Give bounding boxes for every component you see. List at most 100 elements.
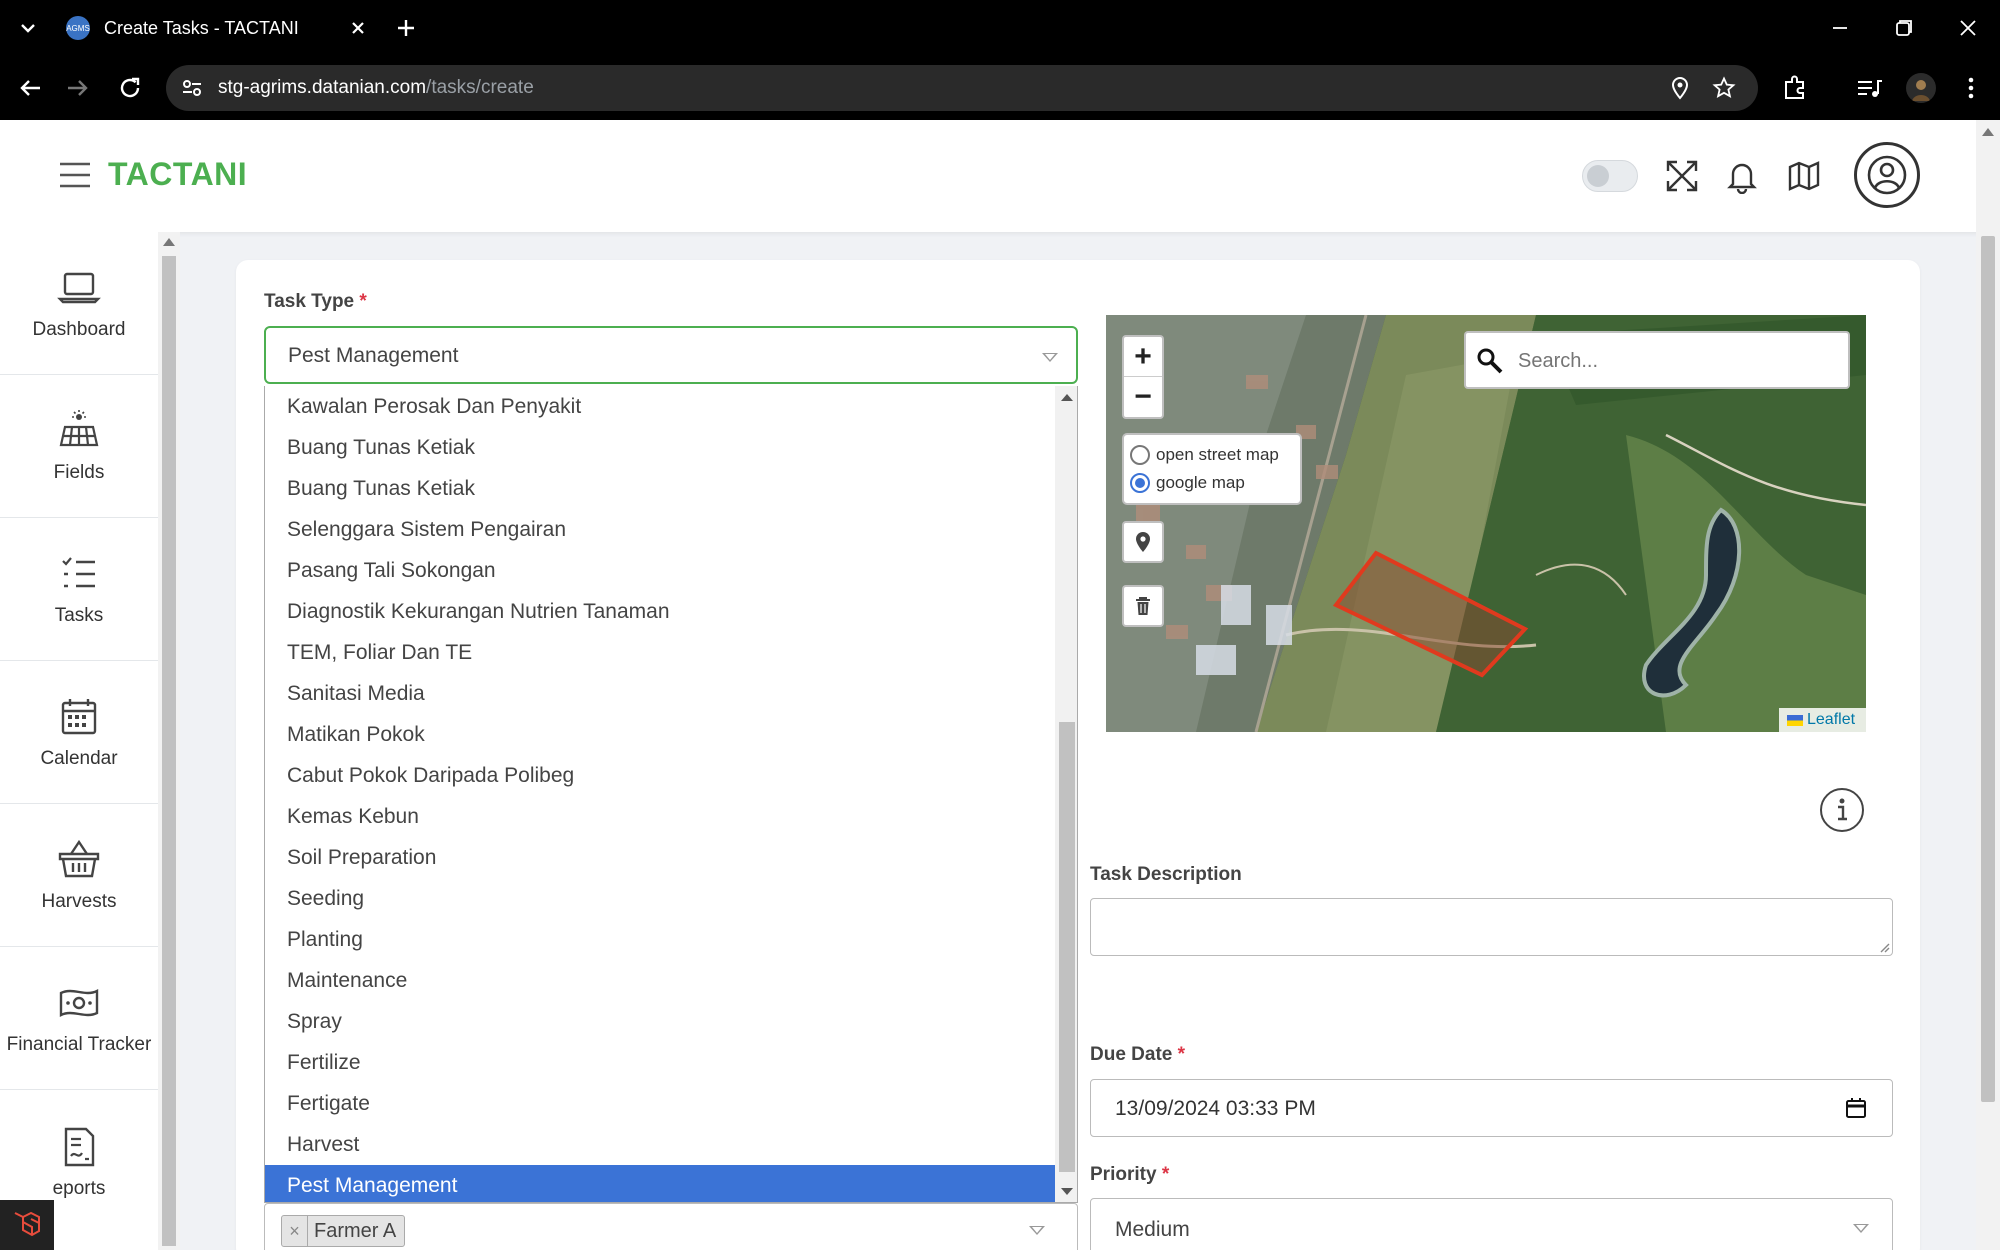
- browser-tab[interactable]: AGMS Create Tasks - TACTANI: [56, 6, 376, 50]
- close-window-icon[interactable]: [1954, 14, 1982, 42]
- tab-search-chevron-icon[interactable]: [14, 14, 42, 42]
- media-control-icon[interactable]: [1854, 73, 1884, 103]
- dropdown-option[interactable]: Planting: [265, 919, 1055, 960]
- dropdown-option[interactable]: Fertigate: [265, 1083, 1055, 1124]
- chevron-down-icon: [1853, 1224, 1869, 1233]
- map-zoom-control: + −: [1122, 335, 1164, 419]
- basket-icon: [57, 838, 101, 882]
- extensions-icon[interactable]: [1780, 73, 1810, 103]
- chip-remove-icon[interactable]: ×: [282, 1216, 308, 1246]
- map-icon[interactable]: [1786, 158, 1822, 194]
- dropdown-option[interactable]: Kemas Kebun: [265, 796, 1055, 837]
- dropdown-option[interactable]: Seeding: [265, 878, 1055, 919]
- calendar-picker-icon[interactable]: [1844, 1096, 1868, 1120]
- priority-select[interactable]: Medium: [1090, 1198, 1893, 1250]
- user-account-icon[interactable]: [1854, 142, 1920, 208]
- url-text[interactable]: stg-agrims.datanian.com/tasks/create: [218, 77, 534, 99]
- zoom-in-button[interactable]: +: [1124, 337, 1162, 377]
- new-tab-icon[interactable]: [392, 14, 420, 42]
- scroll-up-arrow-icon[interactable]: [163, 238, 175, 246]
- zoom-out-button[interactable]: −: [1124, 377, 1162, 417]
- layer-option-google[interactable]: google map: [1130, 469, 1294, 497]
- scroll-thumb[interactable]: [162, 256, 176, 1246]
- dropdown-scroll-up-icon[interactable]: [1061, 394, 1073, 401]
- profile-avatar[interactable]: [1906, 73, 1936, 103]
- tab-close-icon[interactable]: [344, 14, 372, 42]
- page-scroll-up-icon[interactable]: [1982, 128, 1994, 136]
- back-icon[interactable]: [14, 72, 46, 104]
- draw-marker-button[interactable]: [1122, 521, 1164, 563]
- reload-icon[interactable]: [114, 72, 146, 104]
- app-header: TACTANI: [0, 120, 2000, 232]
- task-description-textarea[interactable]: [1090, 898, 1893, 956]
- dropdown-option[interactable]: TEM, Foliar Dan TE: [265, 632, 1055, 673]
- sidebar-item-dashboard[interactable]: Dashboard: [0, 232, 158, 375]
- dropdown-scrollbar[interactable]: [1055, 386, 1077, 1202]
- site-settings-icon[interactable]: [180, 76, 204, 100]
- money-icon: [57, 981, 101, 1025]
- ukraine-flag-icon: [1787, 714, 1803, 726]
- laravel-debug-icon[interactable]: [0, 1200, 54, 1250]
- location-icon[interactable]: [1668, 76, 1692, 100]
- sidebar-item-fields[interactable]: Fields: [0, 375, 158, 518]
- dropdown-scroll-thumb[interactable]: [1059, 722, 1075, 1172]
- sidebar-item-label: Fields: [53, 462, 105, 483]
- report-icon: [57, 1125, 101, 1169]
- delete-layer-button[interactable]: [1122, 585, 1164, 627]
- layer-option-osm[interactable]: open street map: [1130, 441, 1294, 469]
- theme-toggle[interactable]: [1582, 160, 1638, 192]
- dropdown-option[interactable]: Soil Preparation: [265, 837, 1055, 878]
- dropdown-option[interactable]: Pasang Tali Sokongan: [265, 550, 1055, 591]
- fullscreen-icon[interactable]: [1664, 158, 1700, 194]
- radio-button-selected[interactable]: [1130, 473, 1150, 493]
- assignee-multiselect[interactable]: × Farmer A: [264, 1203, 1078, 1250]
- task-type-select[interactable]: Pest Management: [264, 326, 1078, 384]
- dropdown-option[interactable]: Maintenance: [265, 960, 1055, 1001]
- dropdown-option[interactable]: Spray: [265, 1001, 1055, 1042]
- dropdown-option[interactable]: Sanitasi Media: [265, 673, 1055, 714]
- sidebar-item-harvests[interactable]: Harvests: [0, 804, 158, 947]
- map-search-input[interactable]: [1518, 345, 1838, 377]
- dropdown-option[interactable]: Buang Tunas Ketiak: [265, 468, 1055, 509]
- dropdown-option[interactable]: Pest Management: [265, 1165, 1055, 1202]
- radio-button[interactable]: [1130, 445, 1150, 465]
- sidebar-item-tasks[interactable]: Tasks: [0, 518, 158, 661]
- sidebar-scrollbar[interactable]: [158, 232, 180, 1250]
- attribution-link[interactable]: Leaflet: [1807, 711, 1855, 729]
- tab-title: Create Tasks - TACTANI: [104, 17, 299, 38]
- field-map[interactable]: + − open street map google map Leaflet: [1106, 315, 1866, 732]
- sidebar-item-label: Calendar: [40, 748, 118, 769]
- due-date-value: 13/09/2024 03:33 PM: [1115, 1097, 1316, 1120]
- sidebar-item-label: eports: [52, 1177, 106, 1199]
- bookmark-star-icon[interactable]: [1712, 76, 1736, 100]
- sidebar-item-label: Financial Tracker: [6, 1034, 152, 1055]
- brand-logo[interactable]: TACTANI: [108, 156, 247, 193]
- dropdown-option[interactable]: Selenggara Sistem Pengairan: [265, 509, 1055, 550]
- sidebar: Dashboard Fields Tasks Calendar Harvests…: [0, 232, 158, 1250]
- hamburger-menu-icon[interactable]: [58, 158, 92, 192]
- dropdown-option[interactable]: Harvest: [265, 1124, 1055, 1165]
- browser-menu-icon[interactable]: [1956, 73, 1986, 103]
- dropdown-option[interactable]: Fertilize: [265, 1042, 1055, 1083]
- map-attribution[interactable]: Leaflet: [1779, 708, 1866, 732]
- address-bar[interactable]: stg-agrims.datanian.com/tasks/create: [166, 65, 1758, 111]
- sidebar-item-financial-tracker[interactable]: Financial Tracker: [0, 947, 158, 1090]
- resize-grip-icon[interactable]: [1878, 941, 1890, 953]
- chevron-down-icon: [1029, 1226, 1045, 1235]
- sidebar-item-calendar[interactable]: Calendar: [0, 661, 158, 804]
- notification-bell-icon[interactable]: [1724, 158, 1760, 194]
- due-date-input[interactable]: 13/09/2024 03:33 PM: [1090, 1079, 1893, 1137]
- dropdown-option[interactable]: Matikan Pokok: [265, 714, 1055, 755]
- dropdown-scroll-down-icon[interactable]: [1061, 1188, 1073, 1195]
- info-icon[interactable]: [1820, 788, 1864, 832]
- dropdown-option[interactable]: Diagnostik Kekurangan Nutrien Tanaman: [265, 591, 1055, 632]
- page-scrollbar[interactable]: [1976, 120, 2000, 1250]
- forward-icon[interactable]: [62, 72, 94, 104]
- dropdown-option[interactable]: Kawalan Perosak Dan Penyakit: [265, 386, 1055, 427]
- task-type-label: Task Type *: [264, 291, 367, 312]
- dropdown-option[interactable]: Buang Tunas Ketiak: [265, 427, 1055, 468]
- minimize-icon[interactable]: [1826, 14, 1854, 42]
- restore-icon[interactable]: [1890, 14, 1918, 42]
- page-scroll-thumb[interactable]: [1981, 236, 1995, 1102]
- dropdown-option[interactable]: Cabut Pokok Daripada Polibeg: [265, 755, 1055, 796]
